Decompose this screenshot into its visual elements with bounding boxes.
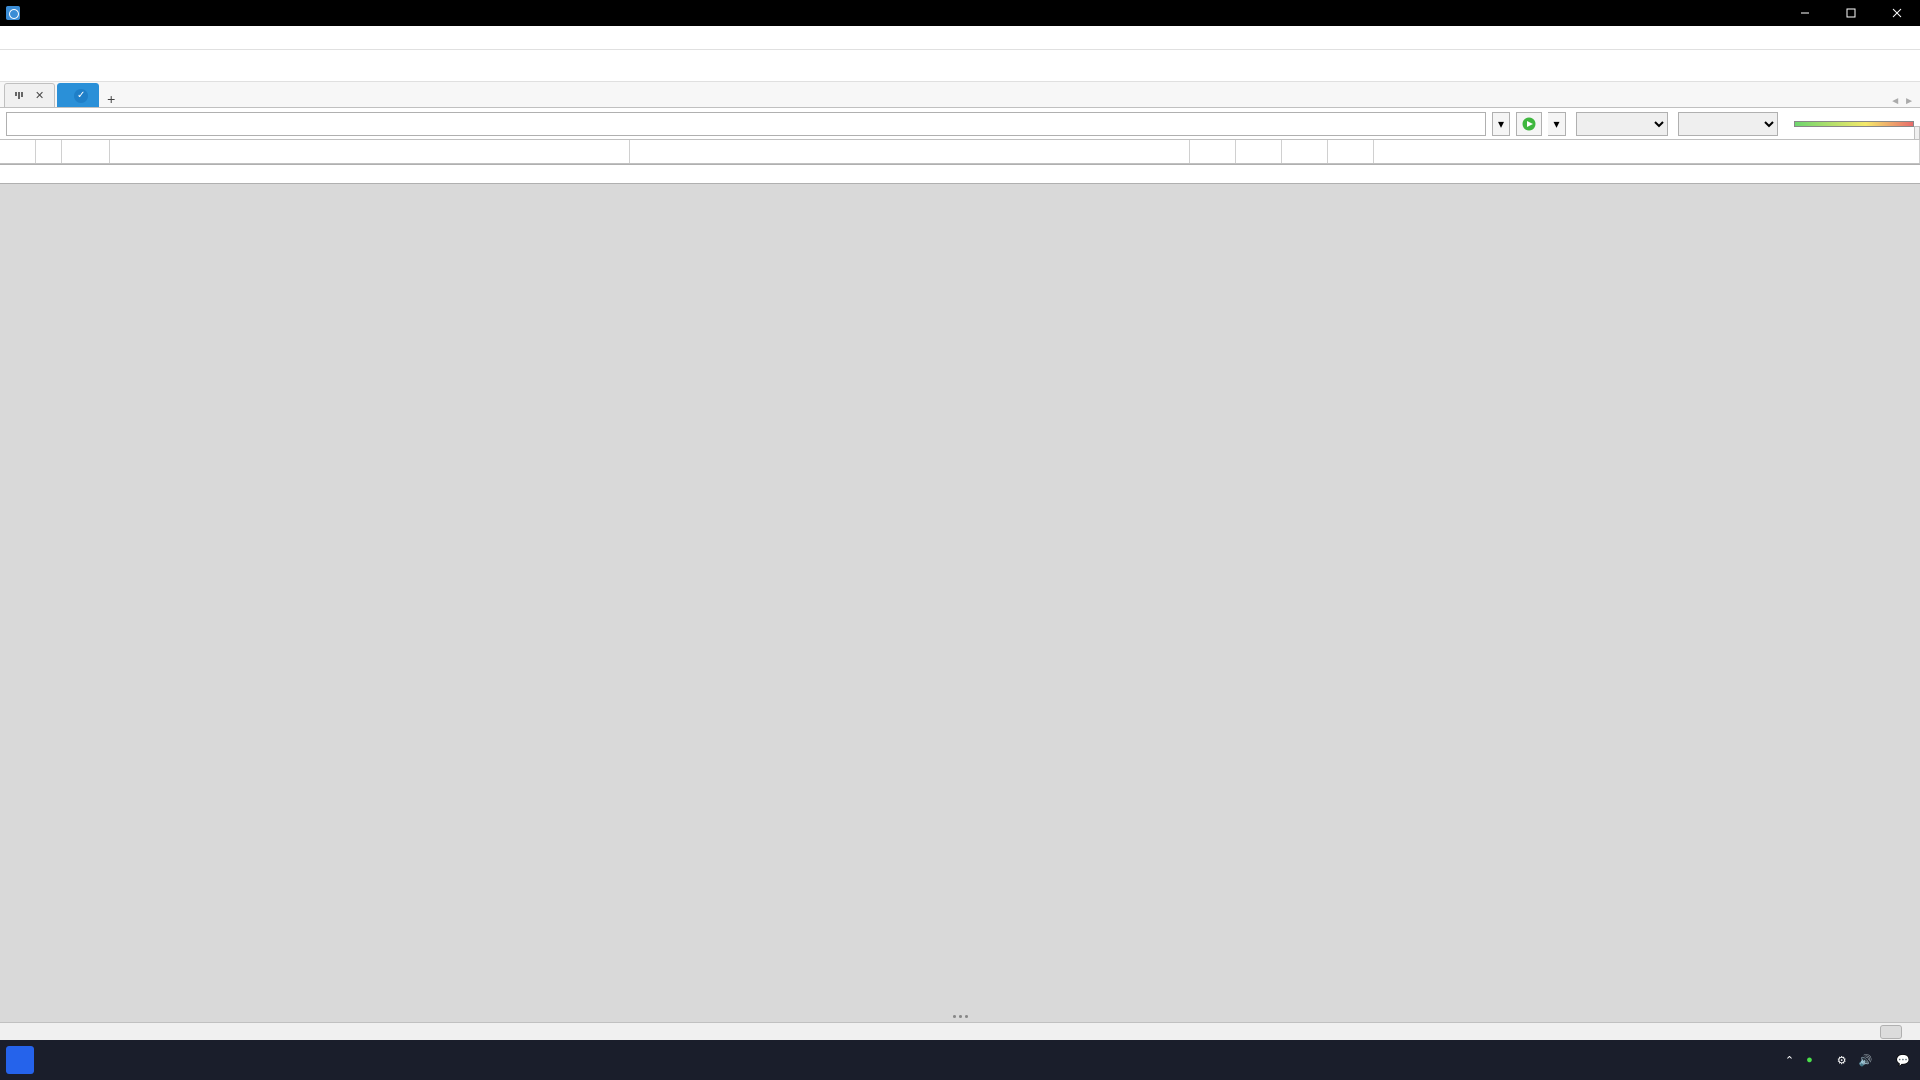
- latency-scale: [1794, 121, 1914, 127]
- close-button[interactable]: [1874, 0, 1920, 26]
- close-icon[interactable]: ✕: [35, 89, 44, 102]
- tab-active-target[interactable]: ✓: [57, 83, 99, 107]
- interval-select[interactable]: [1576, 112, 1668, 136]
- tray-wifi-icon[interactable]: ⚙: [1837, 1054, 1847, 1067]
- grid-header: [0, 140, 1920, 164]
- col-name[interactable]: [630, 140, 1190, 163]
- target-tabs: ✕ ✓ + ◄ ►: [0, 82, 1920, 108]
- minimize-button[interactable]: [1782, 0, 1828, 26]
- alerts-panel-tab[interactable]: [1914, 126, 1920, 140]
- hop-grid: [0, 140, 1920, 184]
- taskbar-app-icon[interactable]: [6, 1046, 34, 1074]
- tray-temp[interactable]: ●: [1806, 1054, 1813, 1066]
- tab-prev-icon[interactable]: ◄: [1890, 96, 1900, 107]
- tab-all-targets[interactable]: ✕: [4, 83, 55, 107]
- horizontal-scrollbar[interactable]: [0, 1022, 1920, 1040]
- tray-volume-icon[interactable]: 🔊: [1859, 1054, 1873, 1067]
- tab-next-icon[interactable]: ►: [1904, 96, 1914, 107]
- tray-chevron-icon[interactable]: ⌃: [1785, 1054, 1794, 1067]
- address-dropdown[interactable]: ▾: [1492, 112, 1510, 136]
- app-icon: [6, 6, 20, 20]
- start-trace-button[interactable]: [1516, 112, 1542, 136]
- upgrade-banner: [0, 50, 1920, 82]
- check-icon: ✓: [74, 89, 88, 103]
- toolbar: ▾ ▾: [0, 108, 1920, 140]
- titlebar: [0, 0, 1920, 26]
- grid-empty-area: [0, 184, 1920, 1010]
- target-address-input[interactable]: [6, 112, 1486, 136]
- col-count[interactable]: [62, 140, 110, 163]
- maximize-button[interactable]: [1828, 0, 1874, 26]
- col-min[interactable]: [1236, 140, 1282, 163]
- col-hop[interactable]: [0, 140, 36, 163]
- add-tab-button[interactable]: +: [101, 91, 121, 107]
- focus-select[interactable]: [1678, 112, 1778, 136]
- col-latency[interactable]: [1374, 140, 1920, 163]
- tray-notifications-icon[interactable]: 💬: [1896, 1054, 1910, 1067]
- menubar: [0, 26, 1920, 50]
- col-avg[interactable]: [1190, 140, 1236, 163]
- windows-taskbar: ⌃ ● ⚙ 🔊 💬: [0, 1040, 1920, 1080]
- col-cur[interactable]: [1282, 140, 1328, 163]
- splitter[interactable]: [0, 1010, 1920, 1022]
- start-dropdown[interactable]: ▾: [1548, 112, 1566, 136]
- col-pl[interactable]: [1328, 140, 1374, 163]
- col-ip[interactable]: [110, 140, 630, 163]
- summary-row: [0, 164, 1920, 184]
